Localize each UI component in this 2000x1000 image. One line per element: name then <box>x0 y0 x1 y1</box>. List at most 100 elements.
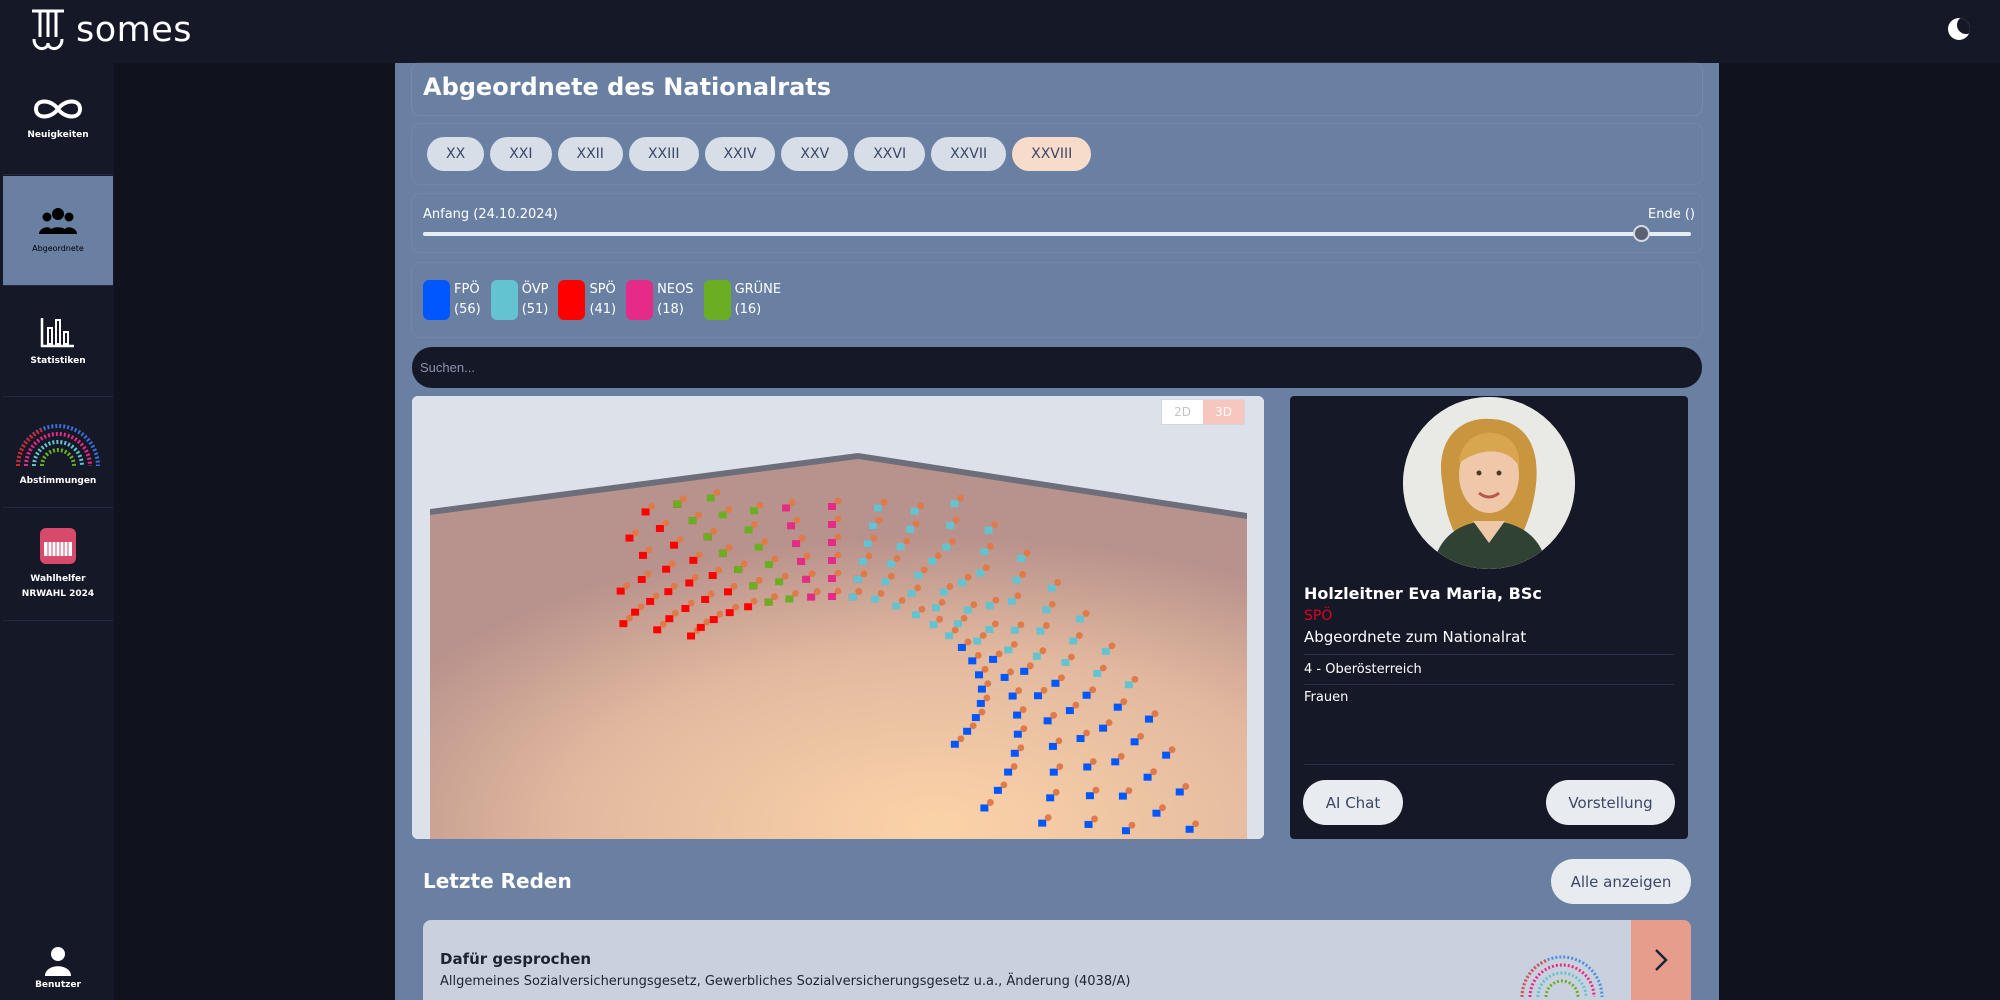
seat-desk[interactable] <box>973 637 982 645</box>
seat-desk[interactable] <box>950 500 959 508</box>
seat-desk[interactable] <box>1034 692 1043 700</box>
seat-desk[interactable] <box>1061 658 1070 666</box>
seat-desk[interactable] <box>957 643 966 651</box>
ai-chat-button[interactable]: AI Chat <box>1303 780 1403 825</box>
party-filter-neos[interactable]: NEOS (18) <box>626 280 694 320</box>
seat-desk[interactable] <box>701 595 710 603</box>
seat-desk[interactable] <box>639 551 648 559</box>
seat-desk[interactable] <box>1076 615 1085 623</box>
period-pill[interactable]: XXIII <box>628 137 699 171</box>
timeline-slider[interactable] <box>423 232 1691 236</box>
seat-desk[interactable] <box>1084 820 1093 828</box>
seat-desk[interactable] <box>637 575 646 583</box>
seat-desk[interactable] <box>619 620 628 628</box>
seat-desk[interactable] <box>914 571 923 579</box>
seat-desk[interactable] <box>984 526 993 534</box>
period-pill-active[interactable]: XXVIII <box>1012 137 1092 171</box>
seat-desk[interactable] <box>881 578 890 586</box>
seat-desk[interactable] <box>1007 597 1016 605</box>
seat-desk[interactable] <box>828 575 836 582</box>
seat-desk[interactable] <box>1036 627 1045 635</box>
seat-desk[interactable] <box>1185 825 1194 833</box>
seat-desk[interactable] <box>950 740 959 748</box>
seat-desk[interactable] <box>797 557 806 565</box>
seat-desk[interactable] <box>1038 819 1047 827</box>
seat-desk[interactable] <box>968 657 977 665</box>
seat-desk[interactable] <box>1175 788 1184 796</box>
seat-desk[interactable] <box>785 595 794 603</box>
seat-desk[interactable] <box>709 616 718 624</box>
seat-desk[interactable] <box>1082 691 1091 699</box>
seat-desk[interactable] <box>985 625 994 633</box>
seat-desk[interactable] <box>1083 763 1092 771</box>
sidebar-item-voting-aid[interactable]: Wahlhelfer NRWAHL 2024 <box>3 509 113 621</box>
period-pill[interactable]: XXIV <box>704 137 776 171</box>
seat-desk[interactable] <box>782 504 791 512</box>
seating-canvas[interactable] <box>412 396 1264 839</box>
seat-desk[interactable] <box>853 575 862 583</box>
speech-card[interactable]: Dafür gesprochen Allgemeines Sozialversi… <box>423 920 1691 1000</box>
seat-desk[interactable] <box>1051 679 1060 687</box>
seat-desk[interactable] <box>1118 792 1127 800</box>
seat-desk[interactable] <box>985 602 994 610</box>
seat-desk[interactable] <box>1069 637 1078 645</box>
sidebar-item-statistics[interactable]: Statistiken <box>3 287 113 397</box>
seat-desk[interactable] <box>989 655 998 663</box>
seat-desk[interactable] <box>932 604 941 612</box>
seat-desk[interactable] <box>963 727 972 735</box>
seat-desk[interactable] <box>942 543 951 551</box>
seat-desk[interactable] <box>807 593 816 601</box>
seat-desk[interactable] <box>646 597 655 605</box>
sidebar-item-news[interactable]: Neuigkeiten <box>3 63 113 175</box>
seat-desk[interactable] <box>718 511 727 519</box>
seat-desk[interactable] <box>696 623 705 631</box>
seat-desk[interactable] <box>723 588 732 596</box>
seat-desk[interactable] <box>1013 711 1022 719</box>
seat-desk[interactable] <box>828 539 836 546</box>
seat-desk[interactable] <box>871 595 880 603</box>
seat-desk[interactable] <box>1012 576 1021 584</box>
seat-desk[interactable] <box>976 699 985 707</box>
seat-desk[interactable] <box>744 526 753 534</box>
seat-desk[interactable] <box>1049 768 1058 776</box>
seat-desk[interactable] <box>764 598 773 606</box>
seat-desk[interactable] <box>1010 626 1019 634</box>
seat-desk[interactable] <box>1004 646 1013 654</box>
seat-desk[interactable] <box>750 507 759 515</box>
seat-desk[interactable] <box>1004 768 1013 776</box>
seat-desk[interactable] <box>1047 584 1056 592</box>
seat-desk[interactable] <box>963 606 972 614</box>
seat-desk[interactable] <box>1111 758 1120 766</box>
party-filter-grune[interactable]: GRÜNE (16) <box>703 280 781 320</box>
seat-desk[interactable] <box>892 602 901 610</box>
seat-desk[interactable] <box>725 609 734 617</box>
seat-desk[interactable] <box>1008 692 1017 700</box>
seat-desk[interactable] <box>708 572 717 580</box>
seat-desk[interactable] <box>664 588 673 596</box>
seat-desk[interactable] <box>980 548 989 556</box>
seat-desk[interactable] <box>945 632 954 640</box>
seat-desk[interactable] <box>858 557 867 565</box>
seat-desk[interactable] <box>939 588 948 596</box>
seat-desk[interactable] <box>1130 738 1139 746</box>
seat-desk[interactable] <box>828 503 836 510</box>
view-3d-button[interactable]: 3D <box>1203 400 1244 424</box>
view-2d-button[interactable]: 2D <box>1162 400 1203 424</box>
seat-desk[interactable] <box>907 589 916 597</box>
period-pill[interactable]: XXII <box>557 137 623 171</box>
party-filter-ovp[interactable]: ÖVP (51) <box>490 280 548 320</box>
seat-desk[interactable] <box>665 615 674 623</box>
seat-desk[interactable] <box>744 603 753 611</box>
seat-desk[interactable] <box>971 714 980 722</box>
seat-desk[interactable] <box>775 578 784 586</box>
seat-desk[interactable] <box>906 525 915 533</box>
seat-desk[interactable] <box>685 579 694 587</box>
party-filter-fpo[interactable]: FPÖ (56) <box>423 280 481 320</box>
seat-desk[interactable] <box>863 540 872 548</box>
period-pill[interactable]: XX <box>427 137 485 171</box>
seat-desk[interactable] <box>848 593 857 601</box>
seat-desk[interactable] <box>896 543 905 551</box>
seat-desk[interactable] <box>681 604 690 612</box>
parliament-3d-view[interactable] <box>412 396 1264 839</box>
seat-desk[interactable] <box>653 626 662 634</box>
